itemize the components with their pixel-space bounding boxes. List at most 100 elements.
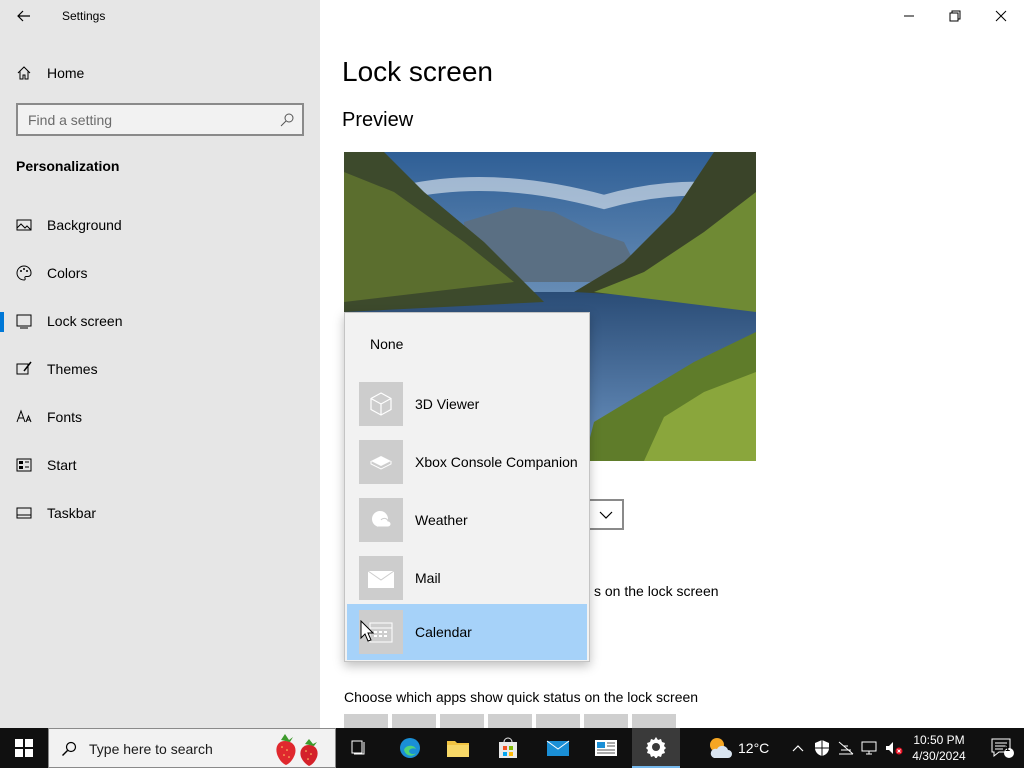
network-disconnected-icon (838, 741, 854, 755)
quick-status-tile[interactable] (440, 714, 484, 728)
mouse-cursor-icon (360, 620, 374, 642)
strawberry-icon (276, 734, 318, 766)
shield-icon (815, 740, 829, 756)
quick-status-tile[interactable] (344, 714, 388, 728)
chevron-up-icon (792, 745, 804, 752)
quick-status-tile[interactable] (632, 714, 676, 728)
quick-status-tiles (344, 714, 676, 728)
store-icon (499, 737, 517, 758)
picture-icon (16, 219, 32, 231)
network-tray-button[interactable] (860, 738, 880, 758)
page-title: Lock screen (342, 56, 493, 87)
dropdown-item-calendar[interactable]: Calendar (347, 604, 587, 660)
sidebar-item-background[interactable]: Background (0, 206, 320, 244)
dropdown-item-none[interactable]: None (345, 313, 589, 371)
home-icon (17, 66, 31, 80)
titlebar-left: Settings (0, 0, 320, 32)
dropdown-item-3d-viewer[interactable]: 3D Viewer (347, 376, 587, 432)
find-setting-input[interactable]: Find a setting (16, 103, 304, 136)
minimize-icon (904, 15, 914, 17)
windows-logo-icon (15, 739, 33, 757)
console-icon (359, 440, 403, 484)
weather-widget[interactable]: 12°C (700, 728, 780, 768)
section-title: Personalization (16, 158, 120, 174)
mail-icon (359, 556, 403, 600)
action-center-button[interactable]: 1 (980, 728, 1024, 768)
dropdown-item-weather[interactable]: Weather (347, 492, 587, 548)
clock-date: 4/30/2024 (912, 749, 966, 763)
weather-icon (359, 498, 403, 542)
sidebar-item-themes[interactable]: Themes (0, 350, 320, 388)
notification-icon (991, 738, 1014, 758)
brush-icon (16, 361, 32, 375)
taskbar: Type here to search 12°C 10:50 PM 4/30/2… (0, 728, 1024, 768)
news-taskbar-button[interactable] (582, 728, 630, 768)
mail-icon (546, 740, 570, 756)
sidebar-item-colors[interactable]: Colors (0, 254, 320, 292)
dropdown-item-xbox-console-companion[interactable]: Xbox Console Companion (347, 434, 587, 490)
taskbar-search-box[interactable]: Type here to search (48, 728, 336, 768)
quick-status-tile[interactable] (392, 714, 436, 728)
quick-status-tile[interactable] (488, 714, 532, 728)
folder-icon (447, 741, 469, 757)
sidebar-item-fonts[interactable]: Fonts (0, 398, 320, 436)
start-button[interactable] (0, 728, 48, 768)
quick-status-tile[interactable] (536, 714, 580, 728)
partly-cloudy-icon (710, 738, 732, 758)
find-setting-placeholder: Find a setting (28, 112, 113, 128)
sidebar-item-label: Fonts (47, 409, 83, 425)
dropdown-item-mail[interactable]: Mail (347, 550, 587, 606)
back-arrow-icon (17, 10, 30, 22)
taskbar-clock[interactable]: 10:50 PM 4/30/2024 (906, 732, 972, 764)
sidebar-item-lock-screen[interactable]: Lock screen (0, 302, 320, 340)
task-view-icon (351, 740, 365, 755)
sidebar-item-taskbar[interactable]: Taskbar (0, 494, 320, 532)
restore-icon (949, 10, 961, 22)
app-selection-popup: None 3D Viewer Xbox Console Companion We… (344, 312, 590, 662)
taskbar-icon (16, 507, 32, 519)
restore-button[interactable] (932, 0, 978, 32)
quick-status-title: Choose which apps show quick status on t… (344, 689, 699, 705)
task-view-button[interactable] (336, 728, 384, 768)
sidebar-item-label: Colors (47, 265, 88, 281)
file-explorer-button[interactable] (434, 728, 482, 768)
close-icon (995, 10, 1007, 22)
edge-taskbar-button[interactable] (386, 728, 434, 768)
preview-title: Preview (342, 109, 414, 131)
clock-time: 10:50 PM (913, 733, 965, 747)
sidebar-item-label: Background (47, 217, 122, 233)
close-button[interactable] (978, 0, 1024, 32)
show-hidden-icons-button[interactable] (788, 738, 808, 758)
monitor-network-icon (861, 741, 877, 755)
quick-status-tile[interactable] (584, 714, 628, 728)
app-title: Settings (62, 9, 106, 23)
sidebar-item-label: Lock screen (47, 313, 123, 329)
gear-icon (646, 737, 666, 758)
start-icon (16, 458, 32, 472)
sidebar-item-label: Themes (47, 361, 98, 377)
speaker-muted-icon (886, 742, 903, 755)
settings-taskbar-button[interactable] (632, 728, 680, 768)
network-offline-tray-button[interactable] (836, 738, 856, 758)
active-indicator (0, 312, 4, 332)
app-picker-dropdown[interactable] (588, 499, 624, 530)
mail-taskbar-button[interactable] (534, 728, 582, 768)
chevron-down-icon (599, 511, 613, 519)
sidebar-item-home[interactable]: Home (0, 56, 320, 90)
sidebar-item-label: Start (47, 457, 77, 473)
dropdown-item-label: Calendar (415, 624, 472, 640)
sidebar-item-label: Taskbar (47, 505, 97, 521)
sidebar-item-start[interactable]: Start (0, 446, 320, 484)
search-icon (62, 741, 77, 756)
sidebar: Settings Home Find a setting Personaliza… (0, 0, 320, 728)
security-tray-button[interactable] (812, 738, 832, 758)
weather-temperature: 12°C (738, 740, 770, 756)
store-button[interactable] (484, 728, 532, 768)
volume-tray-button[interactable] (884, 738, 904, 758)
back-button[interactable] (8, 2, 40, 30)
cube-icon (359, 382, 403, 426)
notification-count: 1 (1005, 743, 1011, 753)
minimize-button[interactable] (886, 0, 932, 32)
dropdown-item-label: None (370, 336, 404, 352)
home-label: Home (47, 65, 85, 81)
